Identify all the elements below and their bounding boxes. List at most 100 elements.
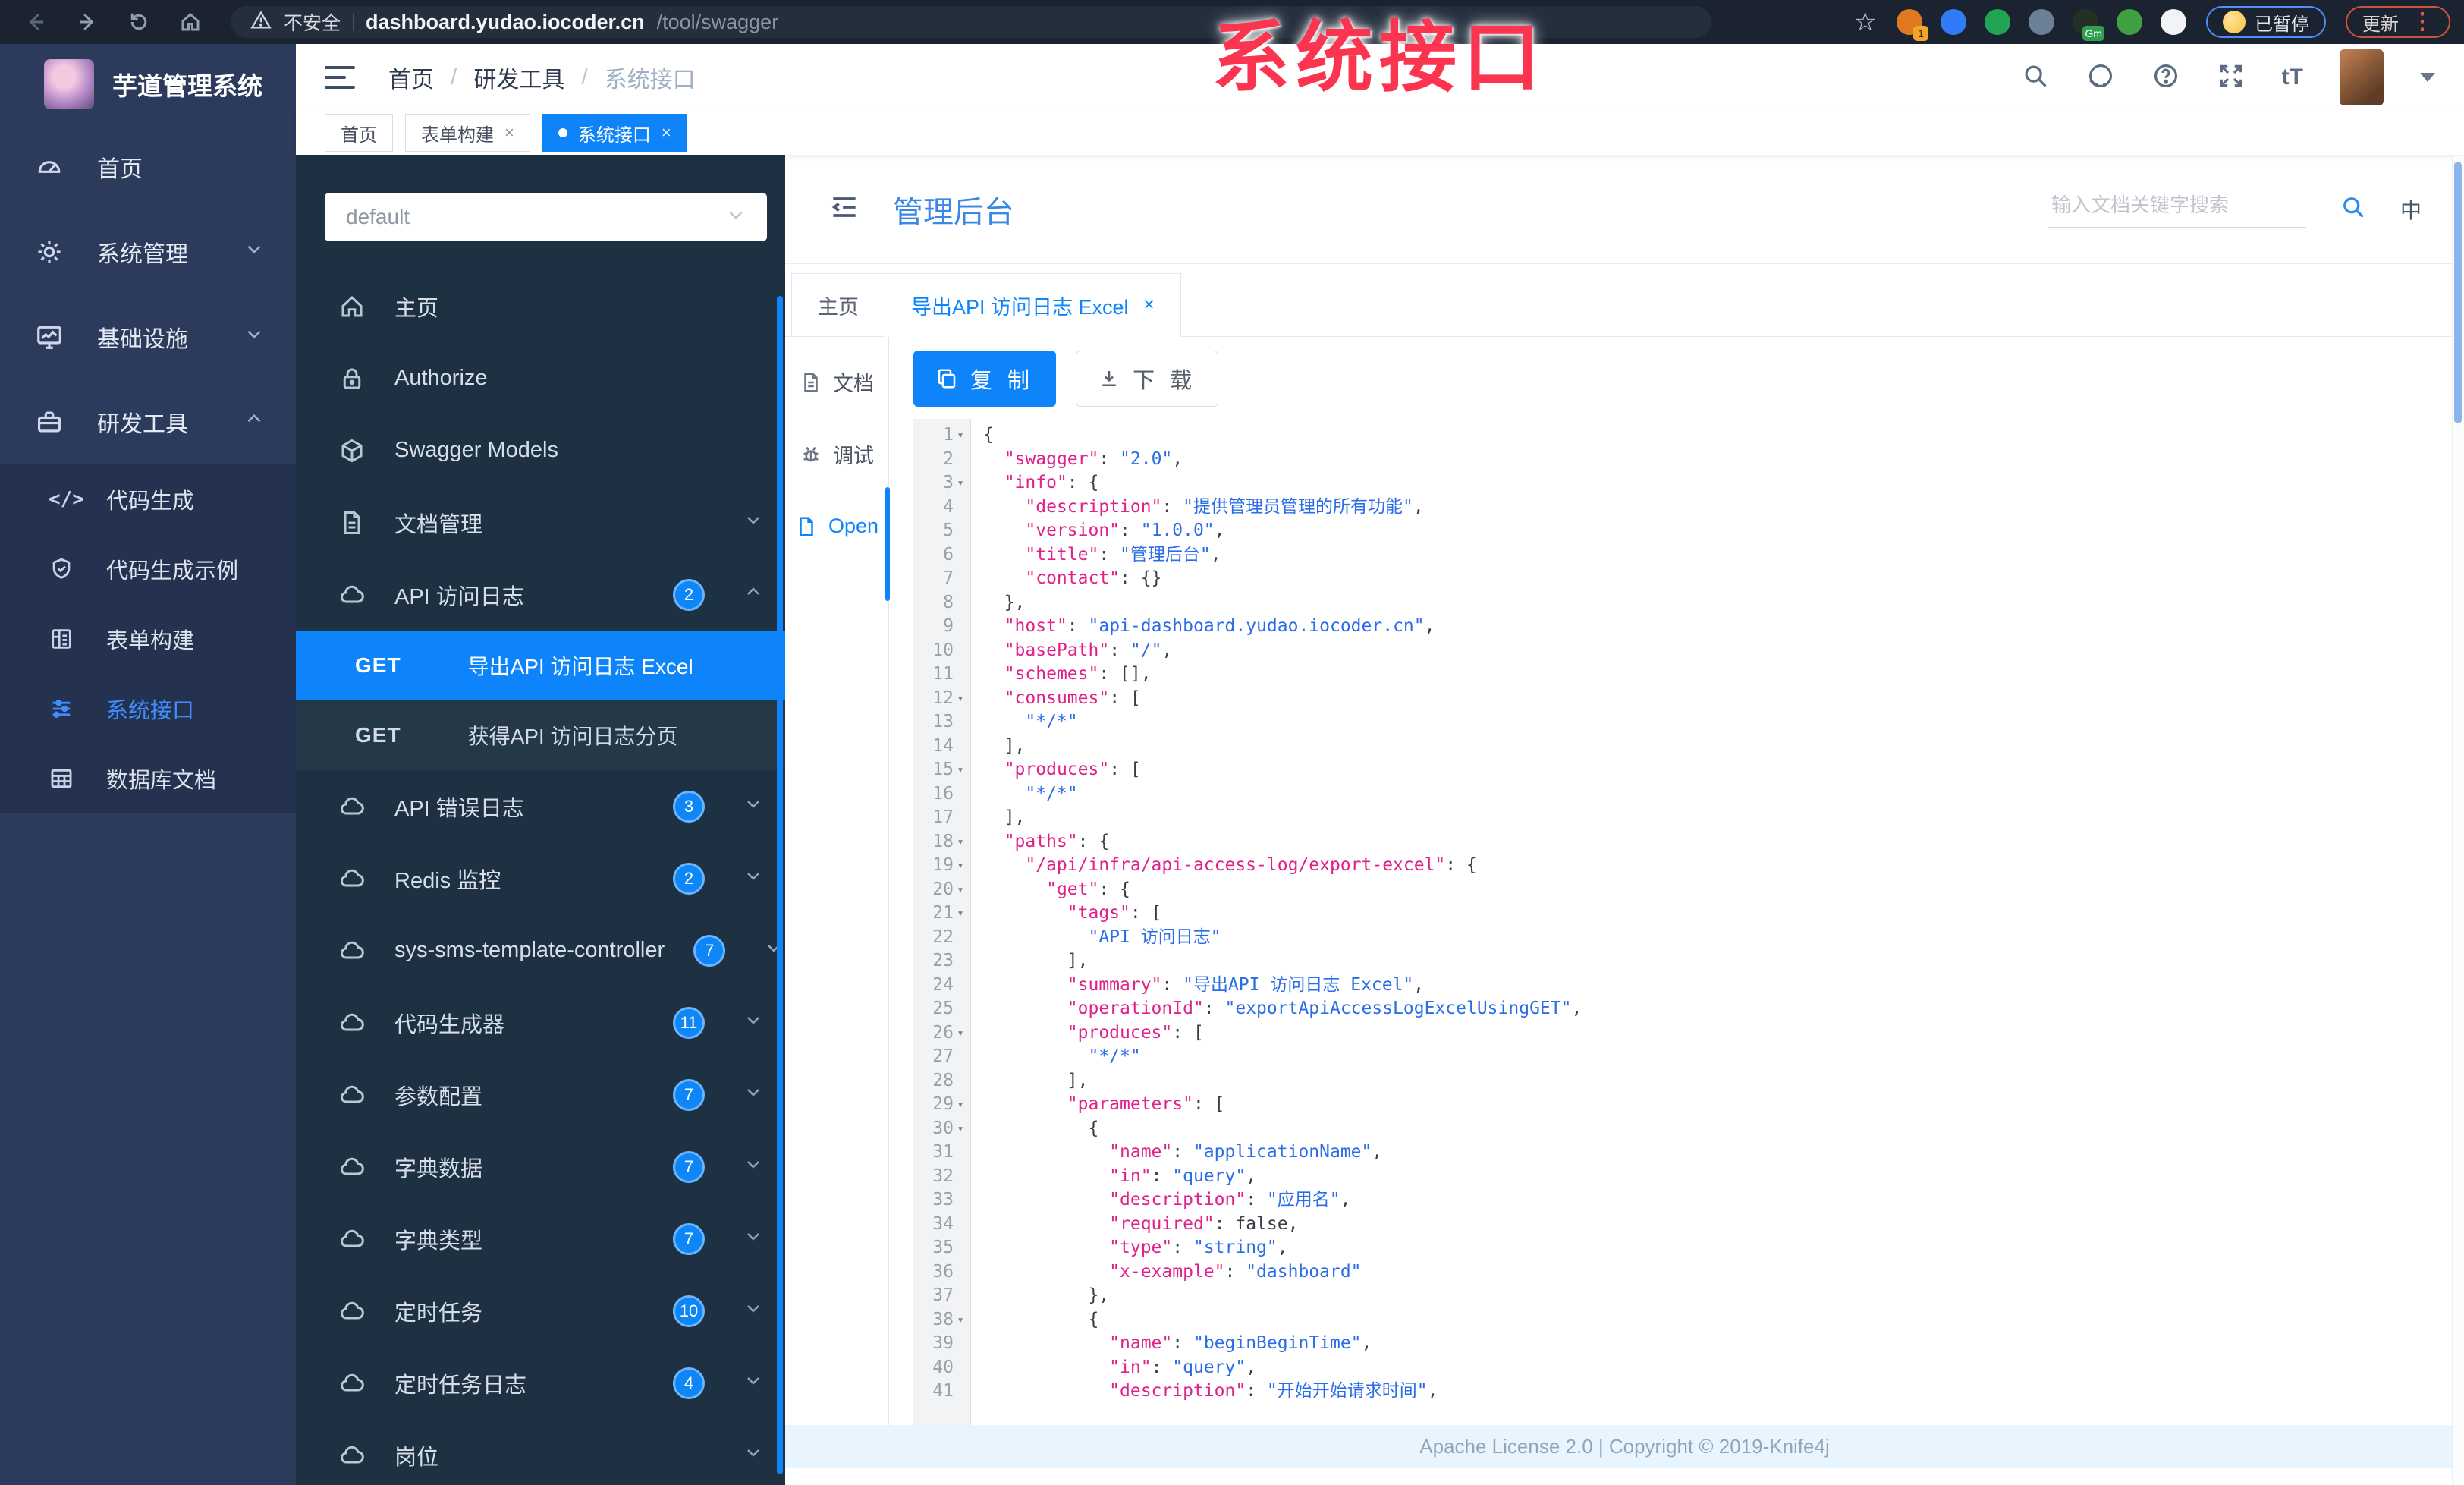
mini-nav-Open[interactable]: Open — [785, 490, 888, 562]
language-toggle[interactable]: 中 — [2400, 194, 2422, 225]
tab-close-icon[interactable]: × — [1144, 294, 1155, 316]
extension-icon[interactable]: 1 — [1897, 9, 1928, 41]
swagger-item-sys-sms-template-controller[interactable]: sys-sms-template-controller 7 — [296, 914, 785, 986]
fold-arrow-icon[interactable]: ▾ — [954, 1021, 967, 1046]
gutter-line: 29 ▾ — [913, 1093, 970, 1117]
github-icon[interactable] — [2086, 61, 2115, 94]
swagger-item-字典数据[interactable]: 字典数据 7 — [296, 1131, 785, 1203]
mini-nav-文档[interactable]: 文档 — [785, 346, 888, 418]
sidebar-subitem-数据库文档[interactable]: 数据库文档 — [0, 744, 296, 813]
fold-arrow-icon[interactable]: ▾ — [954, 423, 967, 448]
sidebar-subitem-表单构建[interactable]: 表单构建 — [0, 604, 296, 674]
download-button[interactable]: 下 载 — [1076, 351, 1219, 407]
api-group-select[interactable]: default — [325, 193, 767, 241]
browser-reload-icon[interactable] — [117, 5, 161, 39]
logo-row[interactable]: 芋道管理系统 — [0, 44, 296, 124]
tag-close-icon[interactable]: × — [662, 123, 671, 143]
swagger-item-Redis 监控[interactable]: Redis 监控 2 — [296, 842, 785, 914]
browser-forward-icon[interactable] — [65, 5, 109, 39]
swagger-item-API 错误日志[interactable]: API 错误日志 3 — [296, 770, 785, 842]
swagger-sidebar-scrollbar[interactable] — [777, 296, 783, 1474]
app-logo — [44, 59, 94, 109]
browser-home-icon[interactable] — [168, 5, 212, 39]
extension-icon[interactable] — [1985, 9, 2010, 35]
fold-arrow-icon[interactable]: ▾ — [954, 1308, 967, 1332]
mini-nav-scrollbar[interactable] — [885, 487, 890, 601]
extension-icon[interactable] — [1941, 9, 1966, 35]
fold-arrow-icon[interactable]: ▾ — [954, 901, 967, 926]
fold-arrow-icon[interactable]: ▾ — [954, 471, 967, 496]
browser-menu-icon[interactable]: ⋮ — [2411, 11, 2434, 33]
swagger-item-参数配置[interactable]: 参数配置 7 — [296, 1059, 785, 1131]
sidebar-collapse-icon[interactable] — [325, 66, 355, 89]
sidebar-item-首页[interactable]: 首页 — [0, 124, 296, 209]
cloud-icon — [338, 1009, 366, 1037]
user-menu-caret-icon[interactable] — [2420, 73, 2435, 82]
swagger-item-定时任务日志[interactable]: 定时任务日志 4 — [296, 1347, 785, 1419]
bookmark-star-icon[interactable]: ☆ — [1854, 9, 1877, 35]
doc-search-icon[interactable] — [2340, 193, 2367, 225]
sidebar-subitem-系统接口[interactable]: 系统接口 — [0, 674, 296, 744]
swagger-item-定时任务[interactable]: 定时任务 10 — [296, 1275, 785, 1347]
sidebar-subitem-代码生成[interactable]: </> 代码生成 — [0, 464, 296, 534]
swagger-item-label: 定时任务 — [394, 1301, 483, 1326]
line-number: 3 — [943, 473, 954, 492]
swagger-item-岗位[interactable]: 岗位 — [296, 1419, 785, 1485]
extension-icon[interactable] — [2117, 9, 2142, 35]
json-code-editor[interactable]: 1 ▾ 2 3 ▾ 4 5 6 7 8 9 10 11 12 ▾ 13 14 15 ▾ 16 17 18 ▾ 19 ▾ 20 ▾ 21… — [913, 419, 2464, 1425]
help-icon[interactable] — [2151, 61, 2180, 94]
extension-icon[interactable] — [2029, 9, 2054, 35]
paused-pill[interactable]: 已暂停 — [2206, 6, 2326, 38]
doc-tab-主页[interactable]: 主页 — [791, 273, 885, 337]
fold-arrow-icon[interactable]: ▾ — [954, 1117, 967, 1141]
search-icon[interactable] — [2021, 61, 2050, 94]
extension-icon[interactable]: Gm — [2073, 9, 2104, 41]
count-badge: 2 — [673, 578, 705, 611]
fold-arrow-icon[interactable]: ▾ — [954, 1093, 967, 1117]
breadcrumb-item[interactable]: 系统接口 — [605, 61, 696, 94]
browser-back-icon[interactable] — [14, 5, 58, 39]
swagger-item-Authorize[interactable]: Authorize — [296, 342, 785, 414]
swagger-op-导出API 访问日志 Excel[interactable]: GET 导出API 访问日志 Excel — [296, 631, 785, 700]
swagger-item-主页[interactable]: 主页 — [296, 270, 785, 342]
swagger-item-代码生成器[interactable]: 代码生成器 11 — [296, 986, 785, 1059]
gutter-line: 8 — [913, 591, 970, 615]
tag-表单构建[interactable]: 表单构建 × — [405, 114, 530, 152]
fold-arrow-icon[interactable]: ▾ — [954, 854, 967, 878]
sidebar-item-系统管理[interactable]: 系统管理 — [0, 209, 296, 294]
breadcrumb-item[interactable]: 首页 — [388, 61, 434, 94]
swagger-item-label: 主页 — [394, 296, 439, 321]
sidebar-item-基础设施[interactable]: 基础设施 — [0, 294, 296, 379]
swagger-item-文档管理[interactable]: 文档管理 — [296, 486, 785, 558]
page-scrollbar-thumb[interactable] — [2454, 162, 2462, 423]
update-button[interactable]: 更新 ⋮ — [2346, 6, 2450, 38]
tag-close-icon[interactable]: × — [504, 123, 514, 143]
swagger-item-label: API 访问日志 — [394, 584, 524, 609]
font-size-icon[interactable]: tT — [2282, 64, 2303, 90]
doc-collapse-icon[interactable] — [828, 190, 861, 228]
swagger-op-获得API 访问日志分页[interactable]: GET 获得API 访问日志分页 — [296, 700, 785, 770]
fold-arrow-icon[interactable]: ▾ — [954, 687, 967, 711]
swagger-item-Swagger Models[interactable]: Swagger Models — [296, 414, 785, 486]
fullscreen-icon[interactable] — [2217, 61, 2246, 94]
tag-系统接口[interactable]: 系统接口 × — [542, 114, 687, 152]
doc-tab-导出API 访问日志 Excel[interactable]: 导出API 访问日志 Excel × — [885, 273, 1181, 337]
tag-首页[interactable]: 首页 — [325, 114, 393, 152]
page-scrollbar[interactable] — [2452, 156, 2464, 1485]
doc-search-input[interactable]: 输入文档关键字搜索 — [2048, 190, 2306, 228]
user-avatar[interactable] — [2340, 49, 2384, 105]
copy-button[interactable]: 复 制 — [913, 351, 1057, 407]
swagger-item-字典类型[interactable]: 字典类型 7 — [296, 1203, 785, 1275]
fold-arrow-icon[interactable]: ▾ — [954, 758, 967, 782]
gutter-line: 25 — [913, 997, 970, 1021]
sidebar-subitem-label: 代码生成示例 — [106, 559, 239, 584]
mini-nav-调试[interactable]: 调试 — [785, 418, 888, 490]
fold-arrow-icon[interactable]: ▾ — [954, 878, 967, 902]
breadcrumb-item[interactable]: 研发工具 — [473, 61, 564, 94]
fold-arrow-icon[interactable]: ▾ — [954, 830, 967, 854]
sidebar-item-研发工具[interactable]: 研发工具 — [0, 379, 296, 464]
swagger-item-API 访问日志[interactable]: API 访问日志 2 — [296, 558, 785, 631]
sidebar-subitem-代码生成示例[interactable]: 代码生成示例 — [0, 534, 296, 604]
sidebar-item-label: 研发工具 — [97, 412, 188, 437]
extension-icon[interactable] — [2161, 9, 2186, 35]
